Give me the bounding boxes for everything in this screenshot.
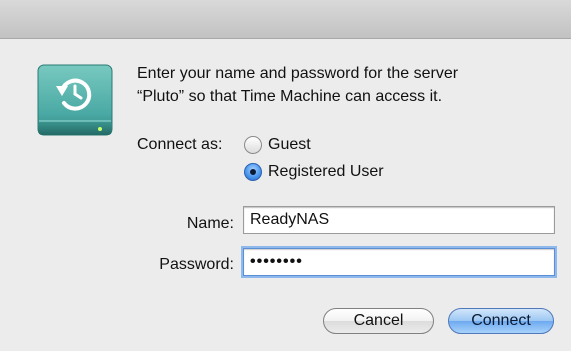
name-field-value: ReadyNAS — [250, 211, 330, 228]
password-label: Password: — [159, 256, 234, 273]
window-titlebar[interactable] — [0, 0, 571, 39]
connect-button[interactable]: Connect — [448, 308, 554, 334]
cancel-button[interactable]: Cancel — [323, 308, 434, 334]
password-field-value: •••••••• — [250, 253, 303, 270]
message-line-2: “Pluto” so that Time Machine can access … — [137, 88, 443, 105]
guest-radio-label[interactable]: Guest — [268, 135, 311, 155]
name-label: Name: — [186, 215, 234, 232]
name-field[interactable]: ReadyNAS — [243, 206, 555, 234]
guest-radio[interactable] — [244, 136, 262, 154]
registered-user-radio-label[interactable]: Registered User — [268, 162, 384, 182]
connect-as-label: Connect as: — [137, 136, 223, 153]
dialog-message: Enter your name and password for the ser… — [137, 62, 557, 108]
registered-user-radio[interactable] — [244, 163, 262, 181]
time-machine-drive-icon — [36, 63, 116, 143]
message-line-1: Enter your name and password for the ser… — [137, 65, 459, 82]
password-field[interactable]: •••••••• — [243, 248, 555, 276]
